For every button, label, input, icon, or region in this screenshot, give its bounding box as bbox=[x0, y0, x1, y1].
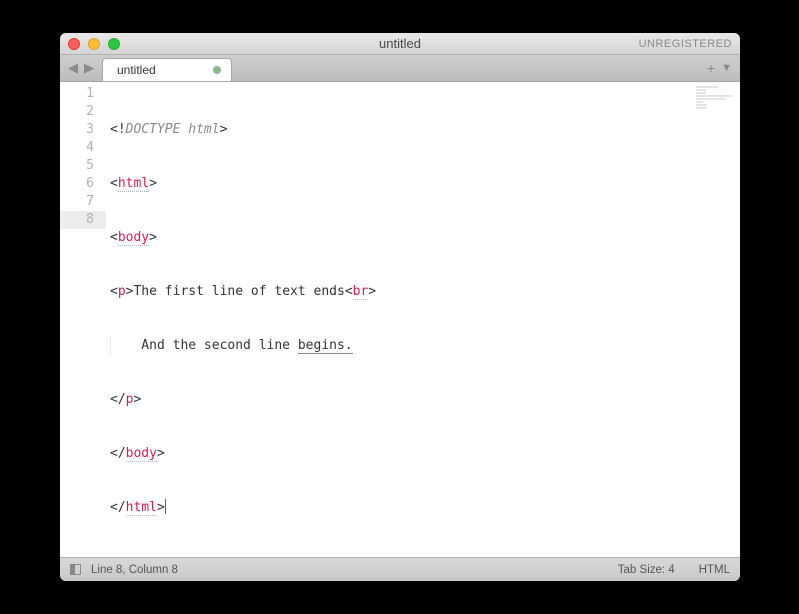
line-gutter[interactable]: 1 2 3 4 5 6 7 8 bbox=[60, 82, 106, 557]
line-number[interactable]: 6 bbox=[60, 175, 106, 193]
syntax-mode[interactable]: HTML bbox=[699, 564, 730, 576]
cursor-position[interactable]: Line 8, Column 8 bbox=[91, 564, 178, 576]
tab-untitled[interactable]: untitled bbox=[102, 58, 232, 81]
nav-forward-icon[interactable]: ▶ bbox=[82, 60, 96, 76]
code-line: </p> bbox=[106, 391, 740, 409]
traffic-lights bbox=[60, 38, 120, 50]
tab-label: untitled bbox=[117, 63, 156, 77]
zoom-icon[interactable] bbox=[108, 38, 120, 50]
line-number[interactable]: 1 bbox=[60, 85, 106, 103]
code-line: <html> bbox=[106, 175, 740, 193]
line-number[interactable]: 4 bbox=[60, 139, 106, 157]
code-line: <body> bbox=[106, 229, 740, 247]
tab-size[interactable]: Tab Size: 4 bbox=[618, 564, 675, 576]
code-line: <!DOCTYPE html> bbox=[106, 121, 740, 139]
editor-window: untitled UNREGISTERED ◀ ▶ untitled + ▼ 1… bbox=[60, 33, 740, 581]
editor-area[interactable]: 1 2 3 4 5 6 7 8 <!DOCTYPE html> <html> <… bbox=[60, 82, 740, 557]
minimap[interactable] bbox=[696, 86, 736, 106]
line-number[interactable]: 7 bbox=[60, 193, 106, 211]
text-cursor-icon bbox=[165, 499, 167, 514]
tab-menu-icon[interactable]: ▼ bbox=[721, 62, 732, 74]
code-area[interactable]: <!DOCTYPE html> <html> <body> <p>The fir… bbox=[106, 82, 740, 557]
indent-guide-icon bbox=[110, 337, 111, 355]
code-line: <p>The first line of text ends<br> bbox=[106, 283, 740, 301]
line-number[interactable]: 3 bbox=[60, 121, 106, 139]
line-number[interactable]: 2 bbox=[60, 103, 106, 121]
titlebar[interactable]: untitled UNREGISTERED bbox=[60, 33, 740, 55]
nav-back-icon[interactable]: ◀ bbox=[66, 60, 80, 76]
close-icon[interactable] bbox=[68, 38, 80, 50]
panel-toggle-icon[interactable] bbox=[70, 564, 81, 575]
line-number[interactable]: 8 bbox=[60, 211, 106, 229]
minimize-icon[interactable] bbox=[88, 38, 100, 50]
code-line: </body> bbox=[106, 445, 740, 463]
tab-bar: ◀ ▶ untitled + ▼ bbox=[60, 55, 740, 82]
code-line: And the second line begins. bbox=[106, 337, 740, 355]
dirty-indicator-icon bbox=[213, 66, 221, 74]
new-tab-icon[interactable]: + bbox=[707, 60, 715, 76]
code-line: </html> bbox=[106, 499, 740, 517]
line-number[interactable]: 5 bbox=[60, 157, 106, 175]
status-bar: Line 8, Column 8 Tab Size: 4 HTML bbox=[60, 557, 740, 581]
registration-status: UNREGISTERED bbox=[639, 38, 732, 50]
tab-history-nav: ◀ ▶ bbox=[60, 55, 102, 81]
